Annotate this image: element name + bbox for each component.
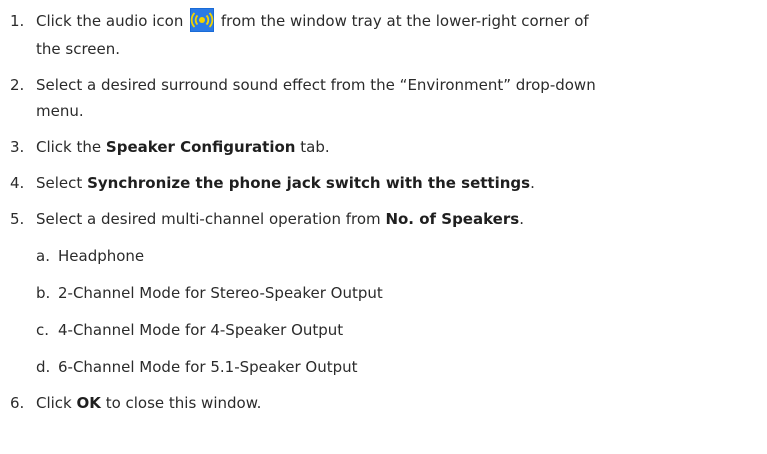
step-3-post: tab. — [300, 138, 330, 156]
step-number: 2. — [10, 76, 25, 94]
step-4-pre: Select — [36, 174, 83, 192]
step-text-continued: menu. — [36, 102, 84, 120]
step-number: 5. — [10, 210, 25, 228]
step-number: 1. — [10, 12, 25, 30]
instruction-list: 1. Click the audio icon from the window … — [0, 0, 767, 454]
step-6-pre: Click — [36, 394, 72, 412]
ok-label: OK — [76, 394, 101, 412]
step-text: Select a desired multi-channel operation… — [36, 206, 524, 232]
step-number: 3. — [10, 138, 25, 156]
step-number: 4. — [10, 174, 25, 192]
step-4-post: . — [530, 174, 535, 192]
step-text: Select Synchronize the phone jack switch… — [36, 170, 535, 196]
substep-text: 4-Channel Mode for 4-Speaker Output — [58, 321, 344, 339]
step-5-post: . — [519, 210, 524, 228]
synchronize-option-label: Synchronize the phone jack switch with t… — [87, 174, 531, 192]
step-text: Click OK to close this window. — [36, 390, 261, 416]
substep-text: Headphone — [58, 247, 145, 265]
step-6-post: to close this window. — [105, 394, 262, 412]
step-1-pre: Click the audio icon — [36, 12, 184, 30]
step-text: Click the Speaker Configuration tab. — [36, 134, 330, 160]
step-number: 6. — [10, 394, 25, 412]
speaker-configuration-label: Speaker Configuration — [105, 138, 296, 156]
step-1-post: from the window tray at the lower-right … — [220, 12, 589, 30]
step-text-continued: the screen. — [36, 40, 121, 58]
step-text: Click the audio icon from the window tra… — [36, 8, 589, 34]
step-5-pre: Select a desired multi-channel operation… — [36, 210, 381, 228]
audio-speaker-icon — [190, 8, 215, 32]
step-3-pre: Click the — [36, 138, 102, 156]
no-of-speakers-label: No. of Speakers — [385, 210, 520, 228]
step-text: Select a desired surround sound effect f… — [36, 76, 596, 94]
substep-text: 2-Channel Mode for Stereo-Speaker Output — [58, 284, 383, 302]
substep-text: 6-Channel Mode for 5.1-Speaker Output — [58, 358, 358, 376]
